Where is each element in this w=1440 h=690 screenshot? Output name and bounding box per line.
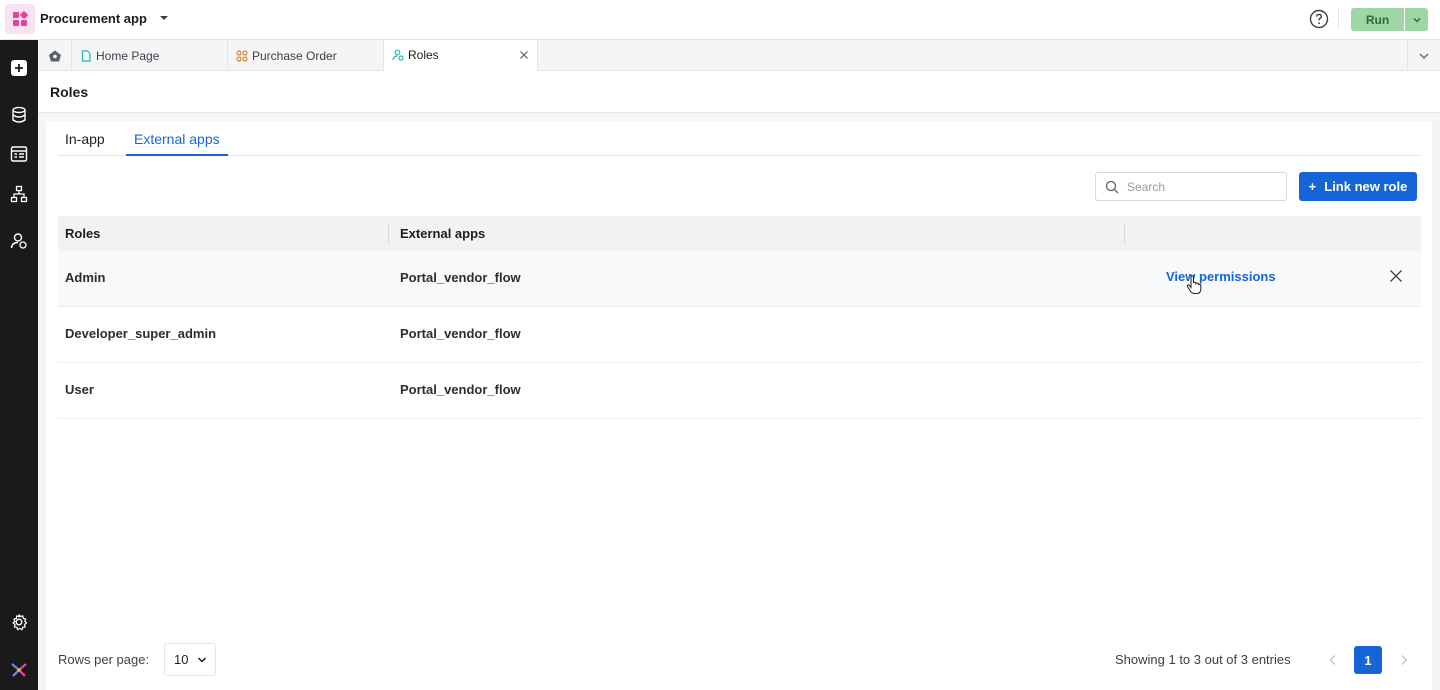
help-icon[interactable] [1309, 9, 1329, 29]
top-bar: Procurement app Run [0, 0, 1440, 40]
tab-roles[interactable]: Roles [384, 40, 538, 71]
table-row[interactable]: Admin Portal_vendor_flow View permission… [58, 251, 1421, 307]
app-logo-icon[interactable] [5, 4, 35, 34]
search-field[interactable] [1095, 172, 1287, 201]
settings-icon[interactable] [9, 612, 29, 632]
previous-page-button[interactable] [1323, 647, 1343, 673]
home-icon [48, 50, 61, 61]
workflow-icon[interactable] [9, 184, 29, 204]
app-name[interactable]: Procurement app [40, 11, 147, 26]
left-rail [0, 40, 38, 690]
chevron-down-icon [197, 657, 207, 663]
run-options-button[interactable] [1405, 8, 1428, 31]
table-header: Roles External apps [58, 216, 1421, 251]
roles-icon [392, 49, 404, 61]
search-input[interactable] [1127, 179, 1277, 194]
chevron-left-icon [1329, 655, 1336, 665]
tab-label: Home Page [96, 48, 160, 63]
chevron-down-icon [1412, 17, 1421, 23]
search-icon [1105, 180, 1119, 193]
external-app-name: Portal_vendor_flow [400, 382, 521, 397]
tab-in-app[interactable]: In-app [65, 131, 105, 156]
table-row[interactable]: Developer_super_admin Portal_vendor_flow [58, 307, 1421, 363]
tab-external-apps[interactable]: External apps [126, 131, 228, 156]
column-divider [388, 223, 389, 244]
link-new-role-button[interactable]: + Link new role [1299, 172, 1417, 201]
page-icon [81, 49, 91, 62]
roles-card: In-app External apps + Link new role Rol… [46, 121, 1432, 690]
rows-per-page-value: 10 [174, 652, 189, 667]
column-divider [1124, 223, 1125, 244]
external-app-name: Portal_vendor_flow [400, 326, 521, 341]
column-header-external-apps: External apps [400, 226, 486, 241]
tab-strip: Home Page Purchase Order Roles [38, 40, 1440, 71]
role-name: Admin [65, 270, 106, 285]
tab-label: Purchase Order [252, 48, 337, 63]
queries-icon[interactable] [9, 144, 29, 164]
database-icon[interactable] [9, 105, 29, 125]
close-icon[interactable] [519, 50, 529, 60]
table-row[interactable]: User Portal_vendor_flow [58, 363, 1421, 419]
remove-role-icon[interactable] [1389, 269, 1403, 283]
role-name: Developer_super_admin [65, 326, 217, 341]
page-header: Roles [38, 71, 1440, 113]
brand-logo-icon [9, 660, 29, 680]
add-icon[interactable] [9, 58, 29, 78]
caret-down-icon[interactable] [158, 12, 170, 24]
subtabs: In-app External apps [58, 121, 1420, 156]
role-name: User [65, 382, 94, 397]
workflow-icon [236, 49, 248, 62]
tab-home-page[interactable]: Home Page [72, 40, 228, 71]
entries-summary: Showing 1 to 3 out of 3 entries [1115, 652, 1291, 667]
hand-cursor-icon [1186, 275, 1202, 294]
chevron-down-icon [1419, 53, 1429, 59]
rows-per-page-select[interactable]: 10 [164, 643, 216, 676]
column-header-roles: Roles [65, 226, 101, 241]
home-tab[interactable] [38, 40, 72, 71]
link-new-role-label: Link new role [1324, 179, 1408, 194]
next-page-button[interactable] [1394, 647, 1414, 673]
page-title: Roles [50, 84, 89, 100]
plus-icon: + [1308, 179, 1317, 194]
tabs-overflow-button[interactable] [1407, 40, 1440, 71]
roles-icon[interactable] [9, 231, 29, 251]
run-button[interactable]: Run [1351, 8, 1404, 31]
chevron-right-icon [1401, 655, 1408, 665]
page-number-button[interactable]: 1 [1354, 646, 1382, 674]
tab-label: Roles [408, 48, 439, 62]
divider [1338, 8, 1339, 30]
tab-purchase-order[interactable]: Purchase Order [228, 40, 384, 71]
external-app-name: Portal_vendor_flow [400, 270, 521, 285]
rows-per-page-label: Rows per page: [58, 652, 150, 667]
roles-table: Roles External apps Admin Portal_vendor_… [58, 216, 1421, 419]
view-permissions-link[interactable]: View permissions [1166, 269, 1276, 284]
